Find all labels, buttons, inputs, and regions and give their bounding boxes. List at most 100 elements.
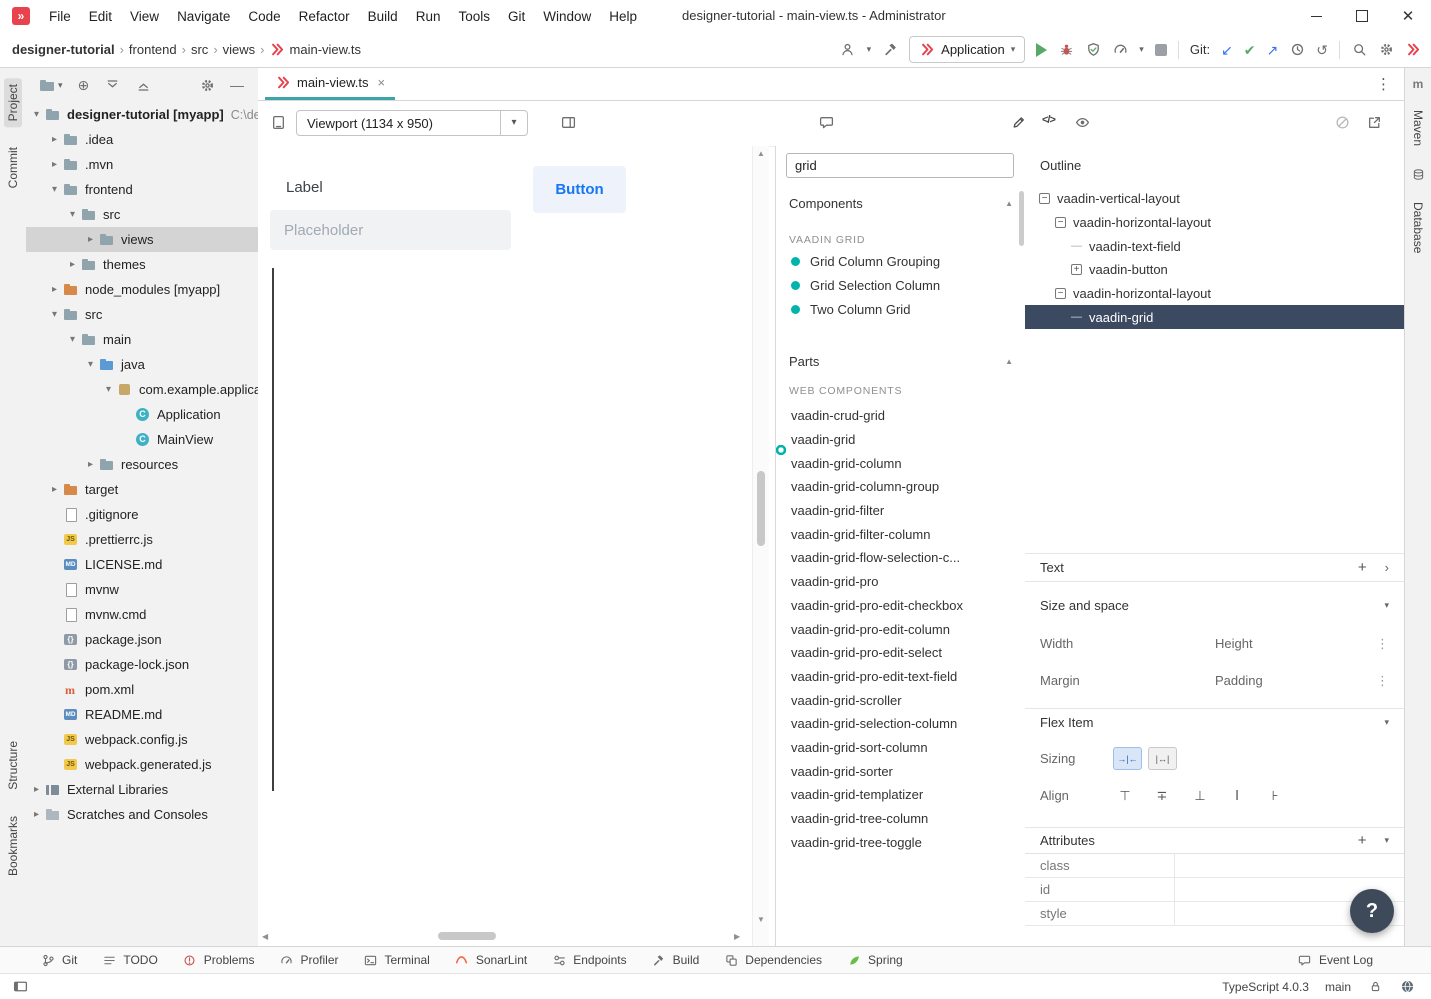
tree-chevron-icon[interactable]: ▾	[66, 334, 79, 345]
outline-item[interactable]: —vaadin-grid	[1025, 305, 1405, 329]
collapse-node-icon[interactable]: −	[1039, 193, 1050, 204]
git-branch[interactable]: main	[1325, 980, 1351, 994]
typescript-version[interactable]: TypeScript 4.0.3	[1222, 980, 1309, 994]
sizing-grow-button[interactable]: |↔|	[1148, 747, 1177, 770]
palette-item[interactable]: vaadin-grid-selection-column	[776, 712, 1026, 736]
collapse-node-icon[interactable]: −	[1055, 288, 1066, 299]
attribute-value-input[interactable]	[1175, 854, 1405, 877]
profiler-button[interactable]	[1112, 42, 1128, 58]
locate-file-icon[interactable]: ⊕	[78, 78, 90, 92]
tree-chevron-icon[interactable]: ▸	[48, 134, 61, 145]
align-center-icon[interactable]: ∓	[1150, 785, 1174, 806]
tree-item[interactable]: MainView	[26, 427, 258, 452]
close-button[interactable]: ✕	[1385, 0, 1431, 32]
menu-build[interactable]: Build	[359, 4, 407, 29]
sizing-shrink-button[interactable]: →|←	[1113, 747, 1142, 770]
menu-help[interactable]: Help	[600, 4, 646, 29]
margin-field-label[interactable]: Margin	[1040, 673, 1080, 688]
palette-search-input[interactable]	[786, 153, 1014, 178]
palette-item[interactable]: vaadin-crud-grid	[776, 404, 1026, 428]
tree-chevron-icon[interactable]: ▾	[48, 184, 61, 195]
hide-panel-icon[interactable]: —	[230, 78, 244, 92]
tree-item[interactable]: ▾frontend	[26, 177, 258, 202]
debug-button[interactable]	[1058, 42, 1074, 58]
minimize-button[interactable]	[1293, 0, 1339, 32]
height-field-label[interactable]: Height	[1215, 636, 1253, 651]
lock-icon[interactable]	[1367, 979, 1383, 995]
canvas-text-field[interactable]: Placeholder	[270, 210, 511, 250]
expand-node-icon[interactable]: +	[1071, 264, 1082, 275]
collapse-section-icon[interactable]: ▾	[1384, 600, 1389, 611]
tree-chevron-icon[interactable]: ▸	[48, 284, 61, 295]
align-end-icon[interactable]: ⊥	[1188, 785, 1212, 806]
tree-chevron-icon[interactable]: ▸	[66, 259, 79, 270]
text-section[interactable]: Text +›	[1025, 553, 1405, 582]
breadcrumb-file[interactable]: main-view.ts	[270, 42, 362, 58]
tree-chevron-icon[interactable]: ▸	[48, 159, 61, 170]
breadcrumb-views[interactable]: views	[223, 42, 256, 57]
size-options-kebab-icon[interactable]: ⋮	[1376, 636, 1389, 652]
tree-item[interactable]: ▸target	[26, 477, 258, 502]
tree-item[interactable]: mvnw.cmd	[26, 602, 258, 627]
toolwindow-button-terminal[interactable]: Terminal	[363, 952, 430, 968]
menu-window[interactable]: Window	[534, 4, 600, 29]
palette-item[interactable]: vaadin-grid-flow-selection-c...	[776, 546, 1026, 570]
rollback-icon[interactable]: ↺	[1316, 43, 1328, 57]
tree-item[interactable]: ▾src	[26, 202, 258, 227]
tree-item[interactable]: ▸views	[26, 227, 258, 252]
palette-item[interactable]: vaadin-grid-pro-edit-column	[776, 617, 1026, 641]
breadcrumb-project[interactable]: designer-tutorial	[12, 42, 115, 57]
attributes-section-header[interactable]: Attributes +▾	[1025, 827, 1405, 854]
tree-item[interactable]: LICENSE.md	[26, 552, 258, 577]
scrollbar-thumb[interactable]	[757, 471, 765, 546]
menu-run[interactable]: Run	[407, 4, 450, 29]
stop-button[interactable]	[1155, 44, 1167, 56]
breadcrumb-frontend[interactable]: frontend	[129, 42, 177, 57]
palette-item[interactable]: vaadin-grid-sort-column	[776, 736, 1026, 760]
tree-item[interactable]: ▾java	[26, 352, 258, 377]
tree-item[interactable]: ▸node_modules [myapp]	[26, 277, 258, 302]
vaadin-plugin-icon[interactable]	[1405, 42, 1421, 58]
tree-item[interactable]: webpack.generated.js	[26, 752, 258, 777]
coverage-button[interactable]	[1085, 42, 1101, 58]
outline-item[interactable]: −vaadin-horizontal-layout	[1025, 282, 1405, 306]
breadcrumb-src[interactable]: src	[191, 42, 208, 57]
tree-chevron-icon[interactable]: ▾	[102, 384, 115, 395]
menu-view[interactable]: View	[121, 4, 168, 29]
scroll-up-icon[interactable]: ▲	[753, 149, 769, 158]
padding-field-label[interactable]: Padding	[1215, 673, 1263, 688]
palette-item[interactable]: vaadin-grid-templatizer	[776, 783, 1026, 807]
scroll-down-icon[interactable]: ▼	[753, 915, 769, 924]
panel-settings-icon[interactable]	[199, 77, 215, 93]
toolwindow-tab-structure[interactable]: Structure	[4, 735, 22, 796]
collapse-section-icon[interactable]: ▾	[1384, 717, 1389, 728]
tree-item[interactable]: ▸Scratches and Consoles	[26, 802, 258, 827]
tree-item[interactable]: .gitignore	[26, 502, 258, 527]
build-project-icon[interactable]	[882, 42, 898, 58]
viewport-caret-icon[interactable]: ▾	[500, 111, 527, 135]
project-view-select[interactable]: ▾	[40, 79, 63, 91]
toolwindow-tab-project[interactable]: Project	[4, 78, 22, 127]
tree-item[interactable]: .prettierrc.js	[26, 527, 258, 552]
tree-chevron-icon[interactable]: ▾	[30, 109, 43, 120]
preview-eye-icon[interactable]	[1074, 114, 1090, 130]
git-update-icon[interactable]: ↙	[1221, 43, 1233, 57]
tab-options-kebab-icon[interactable]: ⋮	[1376, 75, 1391, 93]
tree-item[interactable]: package-lock.json	[26, 652, 258, 677]
tree-chevron-icon[interactable]: ▸	[84, 459, 97, 470]
space-options-kebab-icon[interactable]: ⋮	[1376, 673, 1389, 689]
components-section-header[interactable]: Components ▲	[776, 190, 1026, 216]
tree-chevron-icon[interactable]: ▸	[48, 484, 61, 495]
run-configuration-select[interactable]: Application ▾	[909, 36, 1025, 63]
toolwindow-toggle-icon[interactable]	[12, 979, 28, 995]
edit-mode-icon[interactable]	[1010, 114, 1026, 130]
palette-item[interactable]: vaadin-grid-filter	[776, 499, 1026, 523]
palette-scrollbar-thumb[interactable]	[1019, 191, 1024, 246]
menu-edit[interactable]: Edit	[80, 4, 121, 29]
tree-item[interactable]: ▾designer-tutorial [myapp]C:\dev\	[26, 102, 258, 127]
maximize-button[interactable]	[1339, 0, 1385, 32]
split-view-icon[interactable]	[560, 114, 576, 130]
settings-gear-icon[interactable]	[1378, 42, 1394, 58]
help-button[interactable]: ?	[1350, 889, 1394, 933]
tree-item[interactable]: mvnw	[26, 577, 258, 602]
